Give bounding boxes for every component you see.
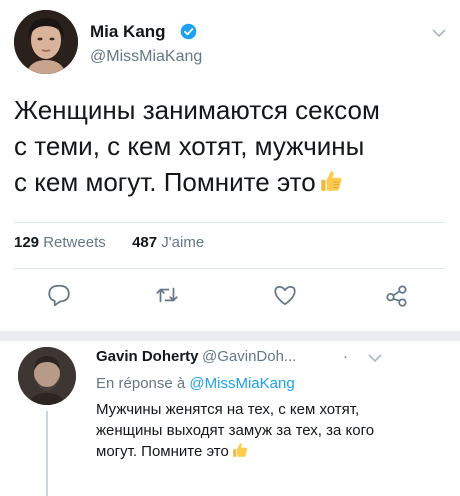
reply-to-prefix: En réponse à — [96, 375, 186, 392]
main-tweet: Mia Kang @MissMiaKang Женщины занимаются… — [0, 0, 460, 333]
retweet-icon — [156, 287, 178, 303]
thread-line — [46, 411, 48, 496]
section-separator — [0, 331, 460, 341]
reply-text-line: могут. Помните это — [96, 441, 458, 462]
tweet-stats: 129 Retweets 487 J'aime — [14, 234, 204, 251]
reply-tweet: Gavin Doherty @GavinDoh... · En réponse … — [0, 341, 460, 496]
thumbs-up-emoji — [233, 443, 248, 457]
reply-icon — [48, 284, 70, 307]
reply-text: Мужчины женятся на тех, с кем хотят, жен… — [96, 399, 458, 462]
tweet-actions — [0, 282, 460, 312]
author-name[interactable]: Mia Kang — [90, 22, 166, 42]
retweet-button[interactable] — [154, 282, 180, 308]
likes-label[interactable]: J'aime — [161, 234, 204, 251]
reply-to-mention[interactable]: @MissMiaKang — [189, 375, 294, 392]
reply-text-line: женщины выходят замуж за тех, за кого — [96, 422, 375, 439]
author-handle[interactable]: @MissMiaKang — [90, 48, 202, 66]
chevron-down-icon[interactable] — [368, 353, 382, 363]
reply-context: En réponse à @MissMiaKang — [96, 375, 295, 392]
like-button[interactable] — [272, 282, 298, 308]
reply-text-line-content: могут. Помните это — [96, 443, 229, 460]
tweet-text-line-content: с кем могут. Помните это — [14, 167, 316, 197]
divider — [14, 222, 446, 223]
likes-count[interactable]: 487 — [132, 234, 157, 251]
retweets-label[interactable]: Retweets — [43, 234, 106, 251]
tweet-text-line: с теми, с кем хотят, мужчины — [14, 131, 365, 161]
separator-dot: · — [343, 348, 348, 365]
share-icon — [386, 285, 407, 307]
like-icon — [274, 286, 296, 306]
tweet-text: Женщины занимаются сексом с теми, с кем … — [14, 92, 454, 200]
reply-author-handle[interactable]: @GavinDoh... — [202, 348, 296, 365]
author-avatar[interactable] — [14, 10, 78, 74]
divider — [14, 268, 446, 269]
reply-text-line: Мужчины женятся на тех, с кем хотят, — [96, 401, 360, 418]
tweet-text-line: Женщины занимаются сексом — [14, 95, 380, 125]
verified-badge-icon — [180, 23, 197, 40]
tweet-text-line: с кем могут. Помните это — [14, 164, 454, 200]
reply-author-avatar[interactable] — [18, 347, 76, 405]
thumbs-up-emoji — [320, 171, 342, 191]
reply-author-name[interactable]: Gavin Doherty — [96, 348, 199, 365]
chevron-down-icon[interactable] — [432, 28, 446, 38]
reply-button[interactable] — [46, 282, 72, 308]
retweets-count[interactable]: 129 — [14, 234, 39, 251]
share-button[interactable] — [384, 282, 410, 308]
